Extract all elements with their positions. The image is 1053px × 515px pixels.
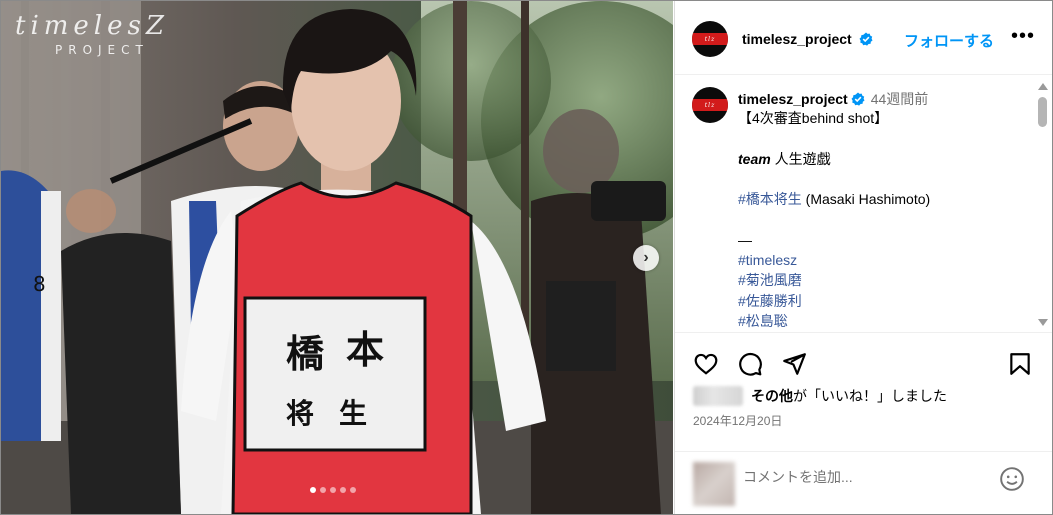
caption-scrollbar[interactable] xyxy=(1035,75,1051,331)
caption-line: 【4次審査behind shot】 xyxy=(738,108,1028,128)
post-side-panel: tlz timelesz_project フォローする ••• tlz time… xyxy=(674,1,1052,514)
post-dialog: 8 橋 本 将 生 timelesZ PROJECT › tlz timeles… xyxy=(0,0,1053,515)
hashtag-link[interactable]: #松島聡 xyxy=(738,313,788,329)
watermark-subtitle: PROJECT xyxy=(55,43,149,57)
verified-badge-icon xyxy=(859,32,873,46)
hashtag-link[interactable]: #佐藤勝利 xyxy=(738,293,802,309)
caption-team-name: 人生遊戯 xyxy=(770,150,831,167)
send-icon[interactable] xyxy=(781,351,807,377)
avatar[interactable]: tlz xyxy=(692,21,728,57)
carousel-dot xyxy=(340,487,346,493)
caption-line xyxy=(738,169,1028,189)
post-time[interactable]: 44週間前 xyxy=(871,91,929,107)
post-header: tlz timelesz_project フォローする ••• xyxy=(675,1,1052,75)
current-user-avatar xyxy=(693,462,735,506)
caption-username[interactable]: timelesz_project xyxy=(738,91,848,107)
bib-char-3: 将 xyxy=(286,397,314,430)
caption-scroll-area[interactable]: tlz timelesz_project 44週間前 【4次審査behind s… xyxy=(675,75,1052,331)
caption-line: #菊池風磨 xyxy=(738,270,1028,290)
comment-icon[interactable] xyxy=(737,351,763,377)
carousel-dot xyxy=(320,487,326,493)
follow-button[interactable]: フォローする xyxy=(904,30,994,51)
post-date[interactable]: 2024年12月20日 xyxy=(693,412,782,429)
hashtag-link[interactable]: #timelesz xyxy=(738,252,797,268)
action-bar: その他 が「いいね！」しました 2024年12月20日 xyxy=(675,332,1052,452)
hashtag-link[interactable]: #菊池風磨 xyxy=(738,272,802,288)
caption-line xyxy=(738,209,1028,229)
carousel-dot xyxy=(350,487,356,493)
carousel-indicator xyxy=(310,487,356,493)
caption-team-label: team xyxy=(738,150,771,167)
caption-line-text: (Masaki Hashimoto) xyxy=(801,191,931,208)
caption-line: team 人生遊戯 xyxy=(738,149,1028,169)
caption-line: — xyxy=(738,230,1028,250)
more-horizontal-icon[interactable]: ••• xyxy=(1011,25,1035,48)
caption-text: 【4次審査behind shot】 team 人生遊戯 #橋本将生 (Masak… xyxy=(738,108,1028,331)
caption-line: #佐藤勝利 xyxy=(738,291,1028,311)
caption-line: #松島聡 xyxy=(738,311,1028,331)
carousel-dot xyxy=(310,487,316,493)
caption-line-text: 【4次審査behind shot】 xyxy=(738,110,889,126)
verified-badge-icon xyxy=(851,92,865,106)
hashtag-link[interactable]: #橋本将生 xyxy=(738,191,802,207)
comment-bar xyxy=(675,451,1052,514)
watermark-logo: timelesZ PROJECT xyxy=(15,13,169,57)
bookmark-icon[interactable] xyxy=(1007,351,1033,377)
carousel-dot xyxy=(330,487,336,493)
emoji-icon[interactable] xyxy=(999,466,1025,492)
avatar-logo-text: tlz xyxy=(704,101,716,109)
caption-line: #橋本将生 (Masaki Hashimoto) xyxy=(738,189,1028,209)
svg-text:8: 8 xyxy=(33,272,46,296)
author-username-text[interactable]: timelesz_project xyxy=(742,31,852,47)
author-username[interactable]: timelesz_project xyxy=(742,31,873,47)
bib-char-4: 生 xyxy=(339,397,367,430)
likes-summary[interactable]: その他 が「いいね！」しました xyxy=(693,386,947,406)
chevron-right-icon: › xyxy=(643,249,649,266)
scrollbar-thumb[interactable] xyxy=(1038,97,1047,127)
bib-char-2: 本 xyxy=(346,328,384,372)
avatar[interactable]: tlz xyxy=(692,87,728,123)
caption-header: timelesz_project 44週間前 xyxy=(738,89,928,109)
scroll-up-arrow-icon[interactable] xyxy=(1038,83,1048,90)
comment-input[interactable] xyxy=(743,469,983,485)
scroll-down-arrow-icon[interactable] xyxy=(1038,319,1048,326)
caption-line: #timelesz xyxy=(738,250,1028,270)
likes-suffix: が「いいね！」しました xyxy=(793,388,947,404)
likes-others-label[interactable]: その他 xyxy=(751,386,793,406)
bib-char-1: 橋 xyxy=(286,332,324,376)
caption-line xyxy=(738,128,1028,148)
heart-icon[interactable] xyxy=(693,351,719,377)
liker-avatars xyxy=(693,386,743,406)
caption-line-text: — xyxy=(738,231,752,248)
avatar-logo-text: tlz xyxy=(704,35,716,43)
post-photo: 8 橋 本 将 生 xyxy=(1,1,673,514)
post-media[interactable]: 8 橋 本 将 生 timelesZ PROJECT › xyxy=(1,1,673,514)
watermark-title: timelesZ xyxy=(15,11,169,41)
next-slide-button[interactable]: › xyxy=(633,245,659,271)
